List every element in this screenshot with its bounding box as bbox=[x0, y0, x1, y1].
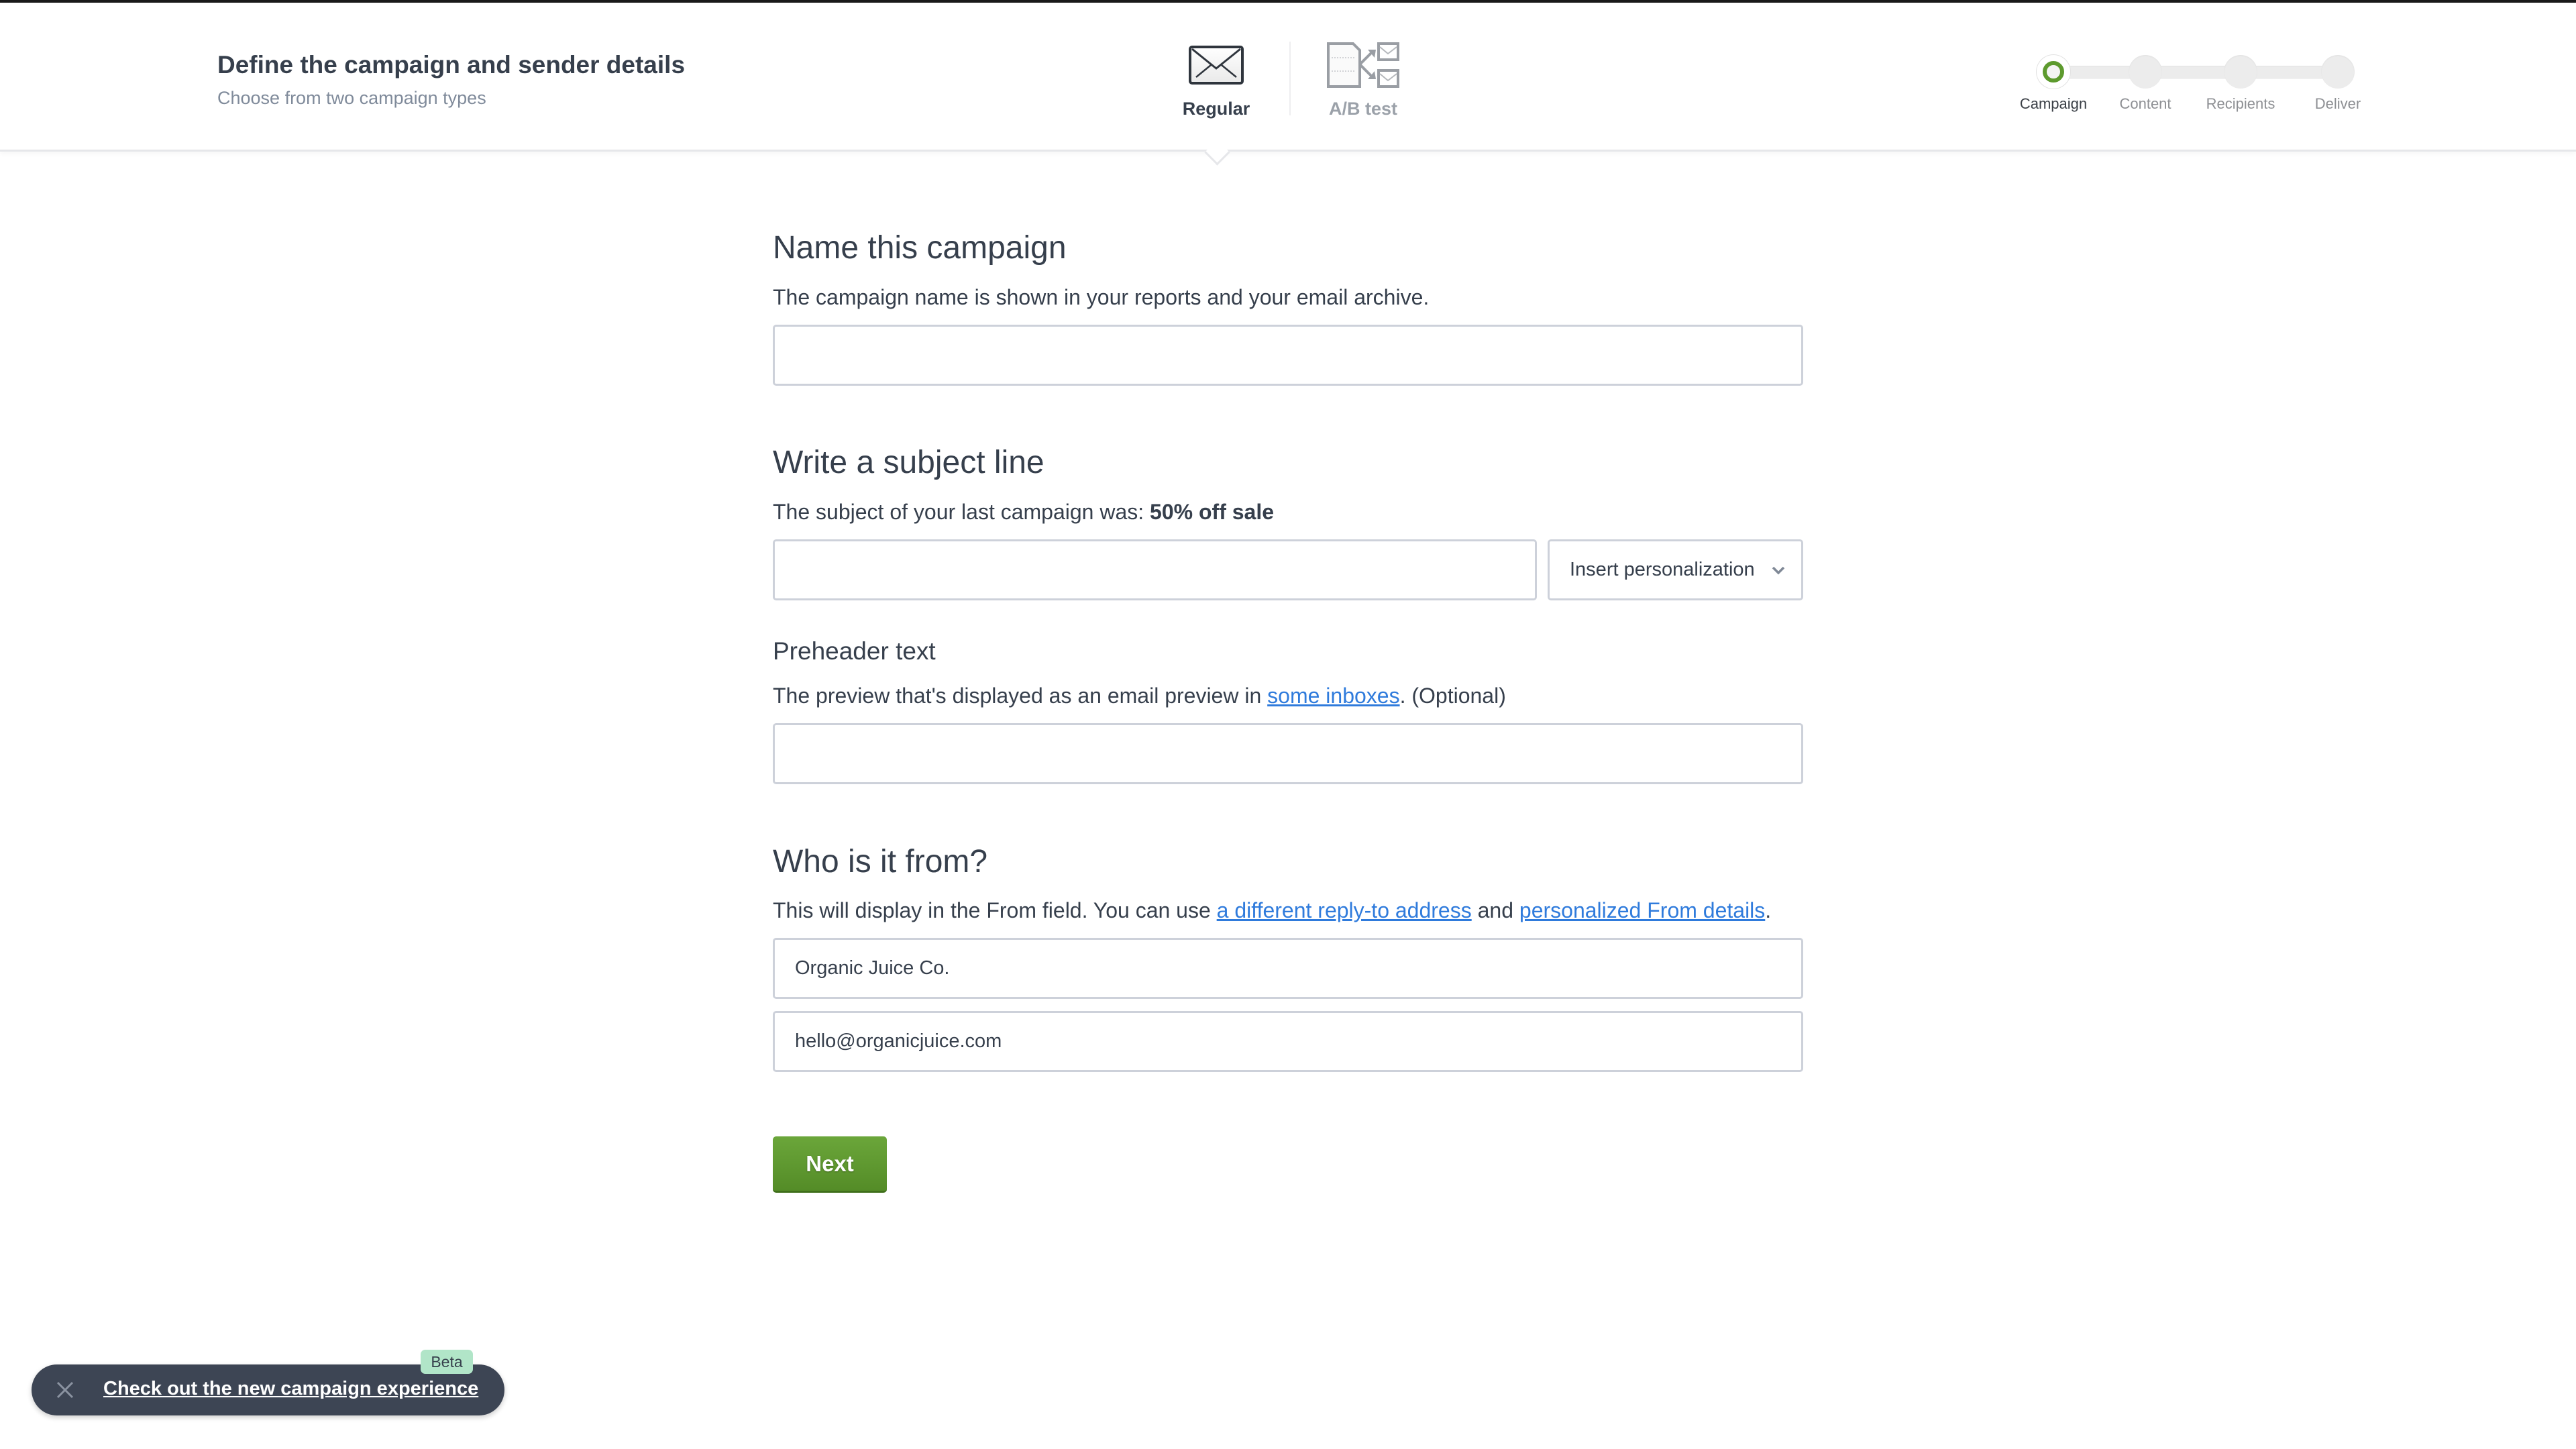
page-title: Define the campaign and sender details bbox=[217, 51, 686, 78]
step-dot-content[interactable] bbox=[2129, 55, 2162, 89]
step-label-content[interactable]: Content bbox=[2119, 95, 2171, 113]
preheader-description-text: The preview that's displayed as an email… bbox=[773, 684, 1268, 708]
close-icon[interactable] bbox=[54, 1379, 76, 1401]
and-text: and bbox=[1471, 898, 1519, 922]
from-name-input[interactable] bbox=[773, 938, 1803, 999]
preheader-heading: Preheader text bbox=[773, 637, 936, 665]
page-header: Define the campaign and sender details C… bbox=[0, 3, 2576, 152]
preheader-description-suffix: . (Optional) bbox=[1399, 684, 1506, 708]
personalized-from-link[interactable]: personalized From details bbox=[1519, 898, 1765, 922]
step-label-deliver[interactable]: Deliver bbox=[2315, 95, 2361, 113]
step-label-campaign[interactable]: Campaign bbox=[2020, 95, 2087, 113]
from-section-heading: Who is it from? bbox=[773, 844, 988, 879]
subject-description-text: The subject of your last campaign was: bbox=[773, 500, 1150, 524]
campaign-name-input[interactable] bbox=[773, 325, 1803, 386]
campaign-type-label: Regular bbox=[1182, 99, 1250, 119]
next-button[interactable]: Next bbox=[773, 1136, 887, 1193]
subject-line-input[interactable] bbox=[773, 539, 1537, 600]
subject-section-heading: Write a subject line bbox=[773, 445, 1044, 480]
new-campaign-experience-link[interactable]: Check out the new campaign experience bbox=[103, 1378, 478, 1400]
page-subtitle: Choose from two campaign types bbox=[217, 88, 486, 108]
step-dot-recipients[interactable] bbox=[2224, 55, 2257, 89]
beta-badge: Beta bbox=[421, 1350, 473, 1374]
preheader-input[interactable] bbox=[773, 723, 1803, 784]
subject-section-description: The subject of your last campaign was: 5… bbox=[773, 500, 1274, 525]
campaign-type-label: A/B test bbox=[1328, 99, 1397, 119]
from-email-input[interactable] bbox=[773, 1011, 1803, 1072]
progress-stepper: Campaign Content Recipients Deliver bbox=[2019, 54, 2368, 127]
from-description-suffix: . bbox=[1765, 898, 1772, 922]
campaign-type-regular[interactable]: Regular bbox=[1149, 36, 1283, 119]
ab-test-icon bbox=[1296, 36, 1430, 93]
campaign-type-ab-test[interactable]: A/B test bbox=[1296, 36, 1430, 119]
chevron-down-icon bbox=[1772, 566, 1784, 574]
new-experience-toast: Check out the new campaign experience Be… bbox=[32, 1350, 504, 1415]
reply-to-address-link[interactable]: a different reply-to address bbox=[1217, 898, 1472, 922]
envelope-icon bbox=[1149, 36, 1283, 93]
insert-personalization-dropdown[interactable]: Insert personalization bbox=[1548, 539, 1803, 600]
step-label-recipients[interactable]: Recipients bbox=[2206, 95, 2275, 113]
preheader-description: The preview that's displayed as an email… bbox=[773, 684, 1506, 708]
some-inboxes-link[interactable]: some inboxes bbox=[1267, 684, 1399, 708]
step-dot-campaign[interactable] bbox=[2037, 55, 2070, 89]
name-section-heading: Name this campaign bbox=[773, 230, 1067, 266]
last-subject: 50% off sale bbox=[1150, 500, 1275, 524]
type-divider bbox=[1289, 42, 1291, 115]
personalization-label: Insert personalization bbox=[1570, 559, 1755, 580]
stepper-track bbox=[2054, 66, 2343, 79]
from-description-text: This will display in the From field. You… bbox=[773, 898, 1217, 922]
step-dot-deliver[interactable] bbox=[2321, 55, 2355, 89]
from-section-description: This will display in the From field. You… bbox=[773, 898, 1771, 923]
name-section-description: The campaign name is shown in your repor… bbox=[773, 285, 1430, 309]
